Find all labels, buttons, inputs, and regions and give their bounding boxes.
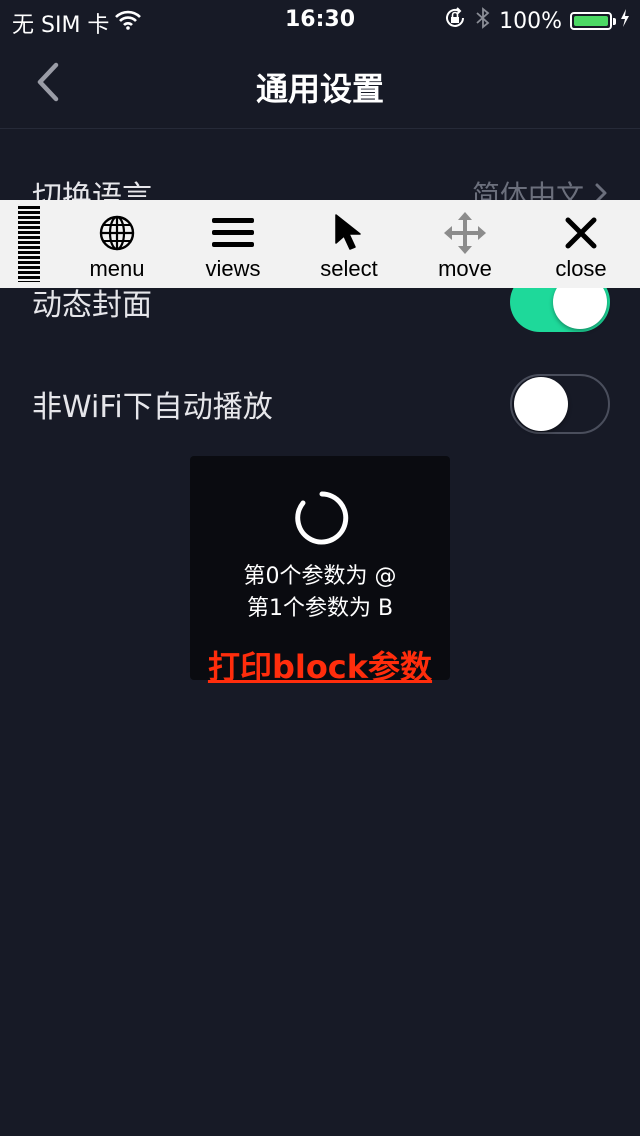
autoplay-toggle[interactable]	[510, 374, 610, 434]
tool-move-button[interactable]: move	[415, 210, 515, 286]
tool-move-label: move	[438, 256, 492, 281]
move-arrows-icon	[415, 210, 515, 256]
status-right-group: 100%	[443, 6, 630, 36]
tool-select-button[interactable]: select	[299, 210, 399, 286]
tool-close-label: close	[555, 256, 607, 281]
hamburger-icon	[183, 210, 283, 256]
charging-icon	[620, 8, 630, 34]
tool-views-label: views	[205, 256, 261, 281]
loading-spinner-icon	[294, 490, 350, 550]
battery-cap	[613, 18, 616, 25]
tool-menu-button[interactable]: menu	[67, 210, 167, 286]
battery-fill	[574, 16, 608, 26]
battery-percent: 100%	[499, 8, 562, 34]
toggle-knob	[514, 377, 568, 431]
bluetooth-icon	[475, 6, 491, 36]
tool-views-button[interactable]: views	[183, 210, 283, 286]
tool-menu-label: menu	[89, 256, 145, 281]
orientation-lock-icon	[443, 6, 467, 36]
battery-icon	[570, 12, 616, 30]
globe-icon	[67, 210, 167, 256]
autoplay-label: 非WiFi下自动播放	[32, 390, 273, 425]
cursor-arrow-icon	[299, 210, 399, 256]
close-icon	[531, 210, 631, 256]
print-block-params-link[interactable]: 打印block参数	[190, 642, 450, 688]
hud-line-1: 第0个参数为 @	[243, 564, 397, 589]
drag-handle[interactable]	[18, 206, 40, 282]
page-title: 通用设置	[255, 70, 384, 108]
nav-bar: 通用设置	[0, 40, 640, 129]
tool-close-button[interactable]: close	[531, 210, 631, 286]
autoplay-row: 非WiFi下自动播放	[0, 364, 640, 444]
tool-select-label: select	[320, 256, 378, 281]
status-bar: 无 SIM 卡 16:30 100%	[0, 0, 640, 40]
progress-hud: 第0个参数为 @ 第1个参数为 B 打印block参数	[190, 456, 450, 686]
debug-toolbar: menu views select move close	[0, 200, 640, 288]
hud-line-2: 第1个参数为 B	[246, 596, 394, 621]
